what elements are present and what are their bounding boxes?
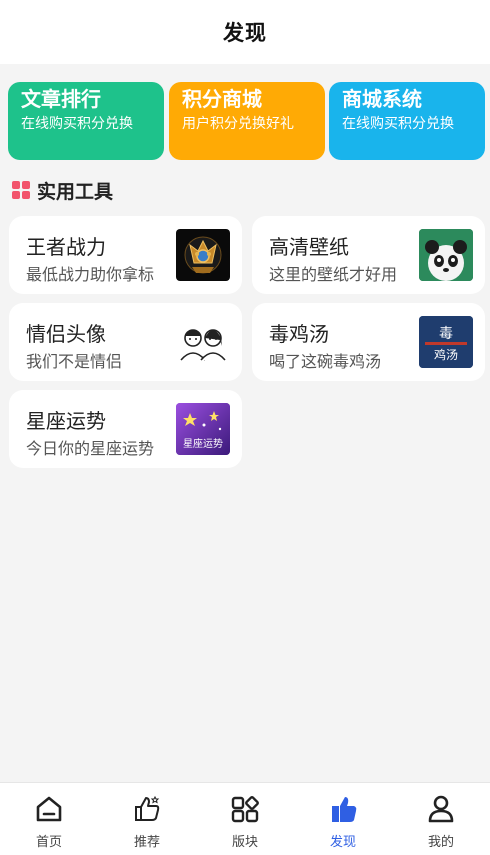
panda-wallpaper-icon bbox=[419, 229, 473, 281]
tab-label: 推荐 bbox=[133, 835, 160, 850]
banner-title: 积分商城 bbox=[182, 87, 262, 111]
tool-title: 毒鸡汤 bbox=[269, 322, 329, 346]
home-icon bbox=[36, 796, 62, 822]
tab-mine[interactable]: 我的 bbox=[392, 783, 490, 855]
tab-discover[interactable]: 发现 bbox=[294, 783, 392, 855]
poison-soup-icon-text-bottom: 鸡汤 bbox=[434, 347, 458, 362]
blocks-icon bbox=[231, 796, 259, 823]
banner-mall-system[interactable]: 商城系统 在线购买积分兑换 bbox=[329, 82, 485, 160]
banner-description: 用户积分兑换好礼 bbox=[182, 116, 294, 132]
banner-row: 文章排行 在线购买积分兑换 积分商城 用户积分兑换好礼 商城系统 在线购买积分兑… bbox=[8, 82, 485, 160]
banner-points-mall[interactable]: 积分商城 用户积分兑换好礼 bbox=[169, 82, 325, 160]
tool-card-king-power[interactable]: 王者战力 最低战力助你拿标 bbox=[9, 216, 242, 294]
tool-card-couple-avatar[interactable]: 情侣头像 我们不是情侣 bbox=[9, 303, 242, 381]
tool-title: 情侣头像 bbox=[26, 322, 106, 346]
banner-description: 在线购买积分兑换 bbox=[342, 116, 454, 132]
discover-icon bbox=[332, 797, 357, 822]
poison-soup-icon: 毒 鸡汤 bbox=[419, 316, 473, 368]
tab-home[interactable]: 首页 bbox=[0, 783, 98, 855]
top-bar: 发现 bbox=[0, 0, 490, 64]
tool-subtitle: 今日你的星座运势 bbox=[26, 439, 155, 458]
tool-title: 星座运势 bbox=[26, 409, 106, 433]
page-title: 发现 bbox=[223, 21, 267, 45]
thumbs-up-icon bbox=[135, 795, 160, 821]
section-header-tools: 实用工具 bbox=[12, 177, 113, 203]
grid-icon bbox=[12, 181, 30, 199]
horoscope-icon-text: 星座运势 bbox=[183, 437, 223, 450]
banner-description: 在线购买积分兑换 bbox=[21, 116, 133, 132]
user-icon bbox=[428, 795, 454, 823]
tool-card-hd-wallpaper[interactable]: 高清壁纸 这里的壁纸才好用 bbox=[252, 216, 485, 294]
tool-subtitle: 最低战力助你拿标 bbox=[26, 265, 155, 284]
section-title: 实用工具 bbox=[37, 180, 114, 203]
tool-subtitle: 我们不是情侣 bbox=[26, 352, 123, 371]
banner-title: 文章排行 bbox=[21, 87, 101, 111]
tab-label: 我的 bbox=[427, 835, 454, 850]
banner-title: 商城系统 bbox=[342, 87, 422, 111]
tool-card-poison-soup[interactable]: 毒鸡汤 喝了这碗毒鸡汤 毒 鸡汤 bbox=[252, 303, 485, 381]
tab-recommend[interactable]: 推荐 bbox=[98, 783, 196, 855]
tab-label: 版块 bbox=[231, 835, 258, 850]
tab-label: 发现 bbox=[329, 835, 356, 850]
tool-title: 王者战力 bbox=[26, 235, 106, 259]
tool-subtitle: 这里的壁纸才好用 bbox=[269, 265, 398, 284]
tool-card-horoscope[interactable]: 星座运势 今日你的星座运势 星座运势 bbox=[9, 390, 242, 468]
bottom-tab-bar: 首页 推荐 版块 发现 我的 bbox=[0, 782, 490, 855]
tool-subtitle: 喝了这碗毒鸡汤 bbox=[269, 352, 382, 371]
poison-soup-icon-text-top: 毒 bbox=[439, 326, 453, 342]
banner-article-ranking[interactable]: 文章排行 在线购买积分兑换 bbox=[8, 82, 164, 160]
tab-label: 首页 bbox=[35, 835, 62, 850]
couple-avatar-icon bbox=[176, 316, 230, 368]
horoscope-icon: 星座运势 bbox=[176, 403, 230, 455]
tool-title: 高清壁纸 bbox=[269, 235, 349, 259]
tab-sections[interactable]: 版块 bbox=[196, 783, 294, 855]
king-glory-badge-icon bbox=[176, 229, 230, 281]
